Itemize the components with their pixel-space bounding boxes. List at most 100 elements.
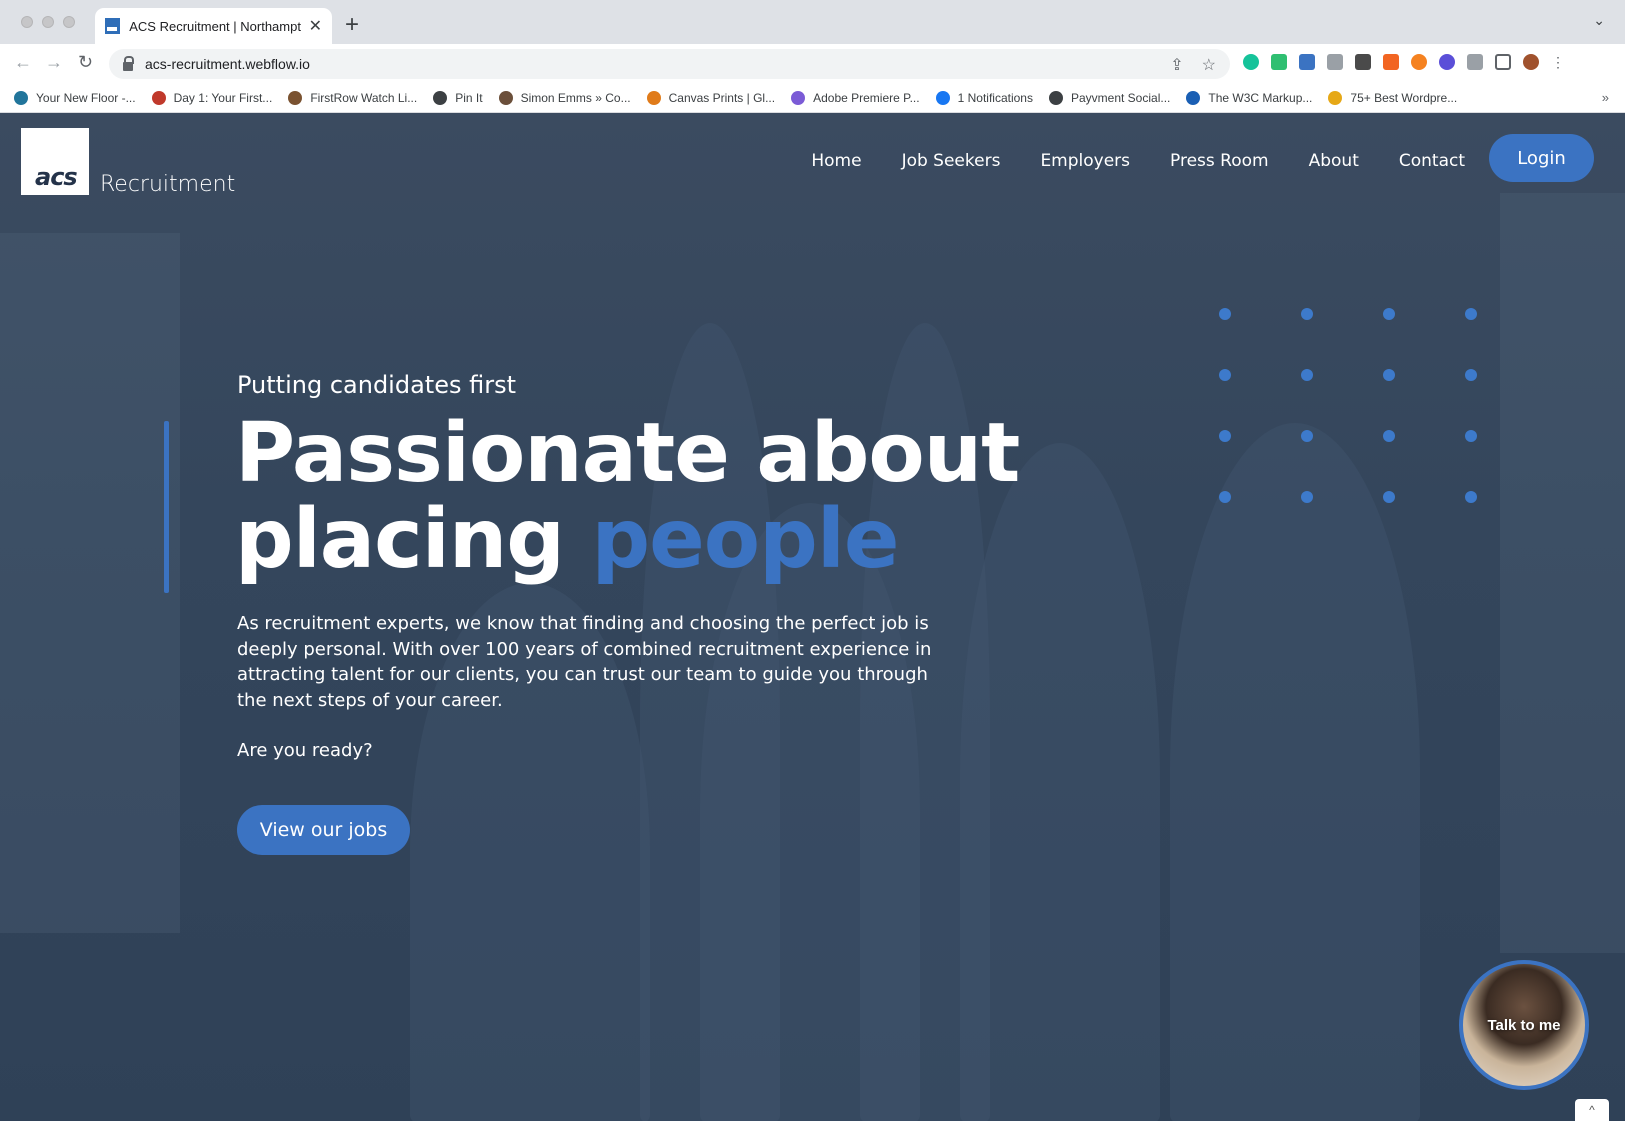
tab-strip: ACS Recruitment | Northampto ✕ + ⌄: [0, 0, 1625, 44]
decorative-dot: [1301, 369, 1313, 381]
decorative-dot: [1301, 430, 1313, 442]
decorative-dot: [1465, 369, 1477, 381]
bookmark-item[interactable]: FirstRow Watch Li...: [288, 91, 417, 105]
bookmark-label: Canvas Prints | Gl...: [668, 91, 776, 105]
extension-icon[interactable]: [1271, 54, 1287, 70]
bookmark-item[interactable]: Simon Emms » Co...: [498, 91, 631, 105]
view-jobs-button[interactable]: View our jobs: [237, 805, 410, 855]
minimize-window-button[interactable]: [42, 16, 54, 28]
url-text[interactable]: acs-recruitment.webflow.io: [145, 56, 310, 72]
extension-icon[interactable]: [1411, 54, 1427, 70]
nav-home[interactable]: Home: [811, 151, 861, 171]
bookmark-label: The W3C Markup...: [1208, 91, 1313, 105]
bookmark-item[interactable]: Pin It: [433, 91, 483, 105]
decorative-dot: [1465, 308, 1477, 320]
bookmark-label: 75+ Best Wordpre...: [1350, 91, 1458, 105]
forward-arrow-icon[interactable]: →: [45, 52, 63, 73]
share-icon[interactable]: ⇪: [1170, 55, 1183, 75]
bookmark-item[interactable]: Your New Floor -...: [14, 91, 136, 105]
bookmark-favicon-icon: [433, 91, 448, 105]
bookmark-star-icon[interactable]: ☆: [1202, 55, 1216, 75]
profile-avatar-icon[interactable]: [1523, 54, 1539, 70]
extension-icon[interactable]: [1439, 54, 1455, 70]
address-bar[interactable]: acs-recruitment.webflow.io ⇪ ☆: [109, 49, 1230, 79]
decorative-dot: [1219, 369, 1231, 381]
hero-body-text: As recruitment experts, we know that fin…: [237, 613, 932, 711]
puzzle-extensions-icon[interactable]: [1467, 54, 1483, 70]
bookmark-label: Simon Emms » Co...: [520, 91, 631, 105]
headline-line-2: placing: [235, 492, 592, 587]
extension-icon[interactable]: [1383, 54, 1399, 70]
active-tab[interactable]: ACS Recruitment | Northampto ✕: [95, 8, 332, 44]
nav-employers[interactable]: Employers: [1040, 151, 1130, 171]
facebook-extension-icon[interactable]: [1355, 54, 1371, 70]
zoom-window-button[interactable]: [63, 16, 75, 28]
tab-close-icon[interactable]: ✕: [309, 16, 322, 36]
bookmark-label: Payvment Social...: [1070, 91, 1171, 105]
scroll-to-top-button[interactable]: ^: [1575, 1099, 1609, 1121]
browser-window: ACS Recruitment | Northampto ✕ + ⌄ ← → ↻…: [0, 0, 1625, 1121]
site-logo[interactable]: acs Recruitment: [21, 128, 235, 197]
talk-to-me-label: Talk to me: [1487, 1016, 1561, 1034]
bookmark-favicon-icon: [288, 91, 303, 105]
bookmarks-bar: Your New Floor -... Day 1: Your First... F…: [0, 84, 1625, 113]
bookmark-favicon-icon: [935, 91, 950, 105]
tab-title: ACS Recruitment | Northampto: [129, 18, 301, 34]
window-controls: [21, 16, 75, 28]
logo-mark-text: acs: [35, 163, 78, 191]
headline-accent-word: people: [591, 492, 899, 587]
bookmark-item[interactable]: Canvas Prints | Gl...: [646, 91, 776, 105]
background-shelf: [0, 233, 180, 933]
browser-toolbar: ← → ↻ acs-recruitment.webflow.io ⇪ ☆ ⋮: [0, 44, 1625, 84]
bookmark-label: Day 1: Your First...: [173, 91, 273, 105]
bookmark-label: 1 Notifications: [957, 91, 1033, 105]
extension-icon[interactable]: [1327, 54, 1343, 70]
bookmark-favicon-icon: [1328, 91, 1343, 105]
bookmark-favicon-icon: [646, 91, 661, 105]
decorative-dot: [1219, 491, 1231, 503]
bookmark-item[interactable]: Day 1: Your First...: [151, 91, 273, 105]
lock-icon[interactable]: [123, 55, 134, 71]
login-button[interactable]: Login: [1489, 134, 1594, 182]
close-window-button[interactable]: [21, 16, 33, 28]
hero-headline: Passionate about placing people: [235, 411, 1020, 583]
decorative-dot: [1465, 430, 1477, 442]
browser-menu-icon[interactable]: ⋮: [1551, 54, 1567, 70]
tab-search-chevron-icon[interactable]: ⌄: [1593, 12, 1605, 29]
bookmark-label: FirstRow Watch Li...: [310, 91, 418, 105]
decorative-dot: [1383, 308, 1395, 320]
site-favicon-icon: [105, 18, 121, 34]
reload-icon[interactable]: ↻: [78, 52, 93, 73]
bookmark-item[interactable]: 75+ Best Wordpre...: [1328, 91, 1457, 105]
nav-contact[interactable]: Contact: [1399, 151, 1465, 171]
decorative-dot: [1219, 430, 1231, 442]
talk-to-me-video-widget[interactable]: Talk to me: [1459, 960, 1589, 1090]
main-nav: Home Job Seekers Employers Press Room Ab…: [811, 151, 1465, 171]
nav-about[interactable]: About: [1309, 151, 1359, 171]
background-person: [1170, 423, 1420, 1121]
headline-line-1: Passionate about: [235, 406, 1020, 501]
accent-vertical-line: [164, 421, 169, 593]
bookmark-favicon-icon: [1186, 91, 1201, 105]
decorative-dot: [1301, 491, 1313, 503]
nav-job-seekers[interactable]: Job Seekers: [902, 151, 1001, 171]
bookmark-item[interactable]: 1 Notifications: [935, 91, 1033, 105]
bookmark-favicon-icon: [151, 91, 166, 105]
background-person: [700, 503, 920, 1121]
bookmark-item[interactable]: The W3C Markup...: [1186, 91, 1312, 105]
bookmark-item[interactable]: Payvment Social...: [1048, 91, 1171, 105]
bookmarks-overflow-icon[interactable]: »: [1602, 90, 1609, 105]
bookmark-label: Pin It: [455, 91, 483, 105]
bookmark-favicon-icon: [791, 91, 806, 105]
decorative-dot: [1465, 491, 1477, 503]
bookmark-item[interactable]: Adobe Premiere P...: [791, 91, 920, 105]
side-panel-icon[interactable]: [1495, 54, 1511, 70]
new-tab-button[interactable]: +: [345, 10, 359, 40]
code-extension-icon[interactable]: [1299, 54, 1315, 70]
decorative-dot: [1383, 369, 1395, 381]
nav-press-room[interactable]: Press Room: [1170, 151, 1269, 171]
back-arrow-icon[interactable]: ←: [14, 52, 32, 73]
bookmark-label: Adobe Premiere P...: [813, 91, 920, 105]
grammarly-extension-icon[interactable]: [1243, 54, 1259, 70]
bookmark-label: Your New Floor -...: [36, 91, 136, 105]
